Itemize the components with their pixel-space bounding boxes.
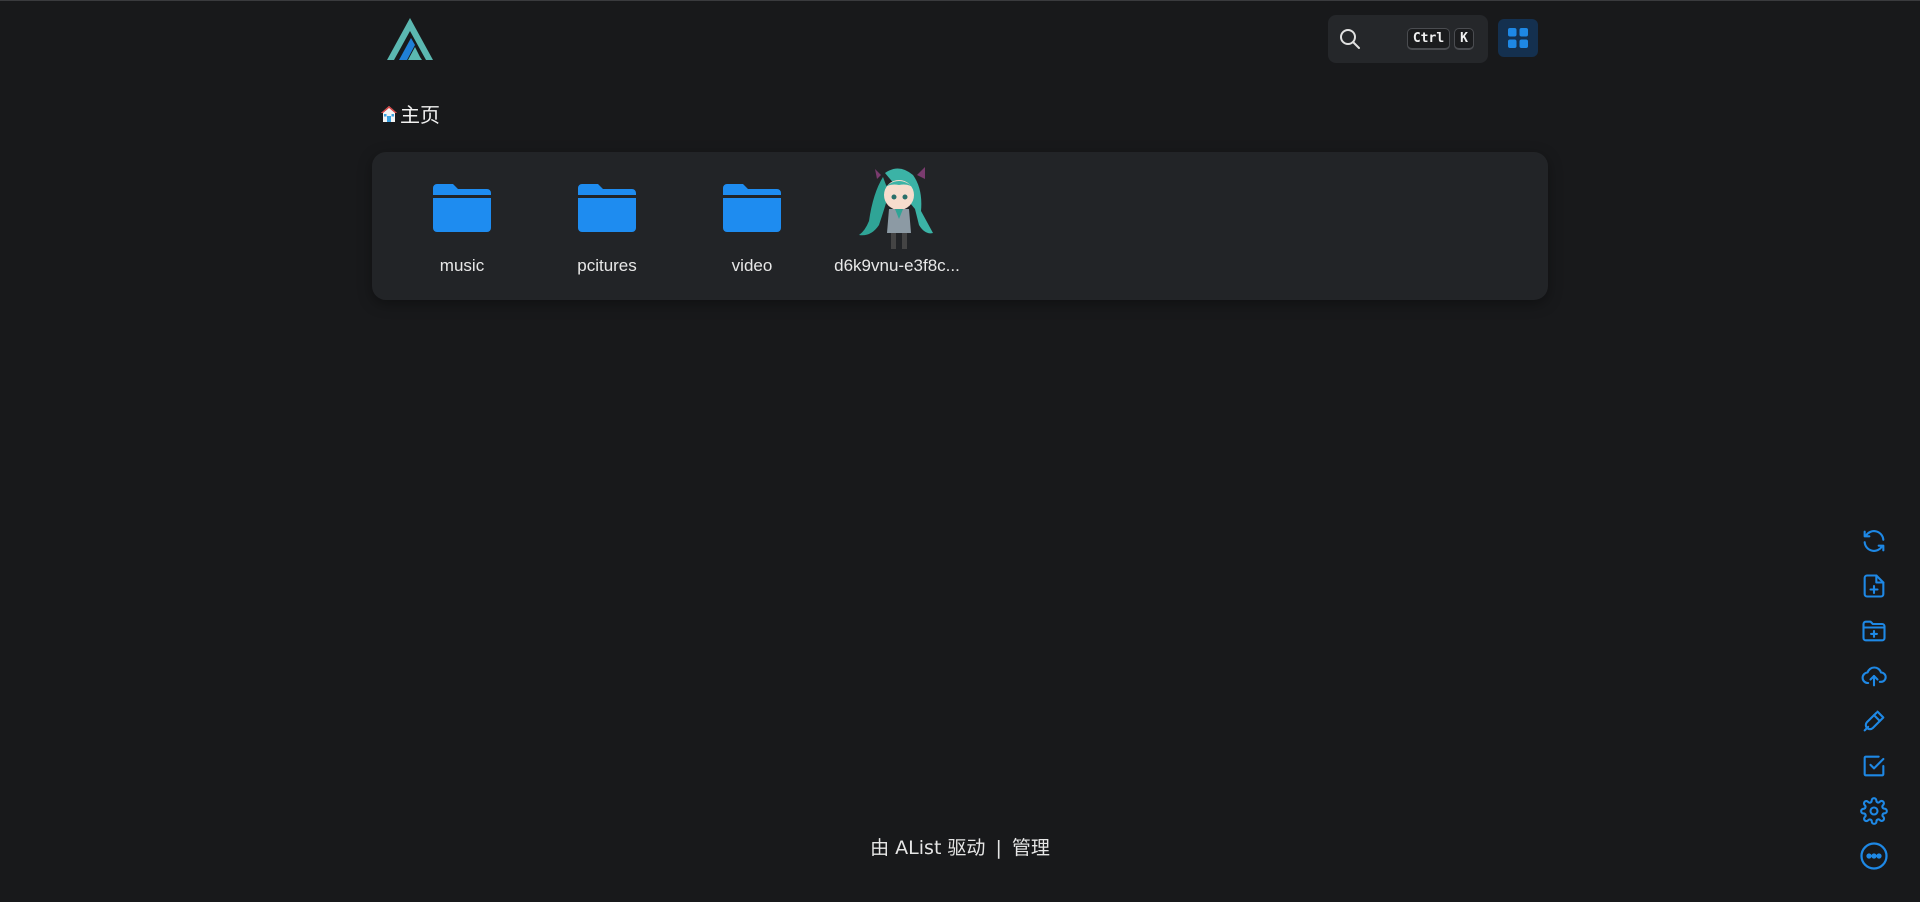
more-button[interactable] (1858, 840, 1890, 872)
alist-logo[interactable] (384, 16, 436, 62)
breadcrumb-label: 主页 (400, 103, 440, 127)
file-item-music[interactable]: music (392, 162, 532, 290)
file-item-image[interactable]: d6k9vnu-e3f8c... (827, 162, 967, 290)
select-button[interactable] (1858, 750, 1890, 782)
alist-logo-icon (387, 18, 433, 60)
offline-download-button[interactable] (1858, 705, 1890, 737)
refresh-icon (1863, 530, 1885, 552)
breadcrumb-home[interactable]: 主页 (380, 99, 440, 128)
select-icon (1863, 755, 1885, 777)
file-name: pcitures (577, 256, 637, 275)
more-icon (1860, 842, 1888, 870)
image-thumbnail (859, 167, 933, 249)
file-item-video[interactable]: video (682, 162, 822, 290)
search-icon (1340, 29, 1360, 49)
kbd-ctrl: Ctrl (1406, 28, 1451, 50)
footer-separator: | (995, 837, 1002, 859)
folder-icon (433, 184, 491, 232)
kbd-k: K (1454, 28, 1474, 50)
file-name: video (731, 256, 773, 275)
file-grid-panel: music pcitures video d6k9vnu-e3f8c... (372, 152, 1548, 300)
folder-icon (723, 184, 781, 232)
new-folder-button[interactable] (1858, 615, 1890, 647)
file-item-pcitures[interactable]: pcitures (537, 162, 677, 290)
settings-icon (1860, 797, 1888, 825)
layout-toggle-button[interactable] (1498, 19, 1538, 57)
powered-by-link[interactable]: 由 AList 驱动 (870, 837, 985, 859)
footer: 由 AList 驱动 | 管理 (0, 833, 1920, 860)
folder-icon (578, 184, 636, 232)
new-folder-icon (1862, 620, 1886, 642)
file-name: music (439, 256, 485, 275)
upload-icon (1861, 666, 1887, 687)
new-file-button[interactable] (1858, 570, 1890, 602)
home-icon (381, 105, 397, 122)
file-name: d6k9vnu-e3f8c... (834, 256, 960, 275)
search-button[interactable]: Ctrl K (1328, 15, 1488, 63)
refresh-button[interactable] (1858, 525, 1890, 557)
new-file-icon (1863, 574, 1885, 598)
upload-button[interactable] (1858, 660, 1890, 692)
grid-layout-icon (1508, 28, 1528, 48)
manage-link[interactable]: 管理 (1012, 837, 1050, 859)
settings-button[interactable] (1858, 795, 1890, 827)
offline-download-icon (1863, 710, 1885, 732)
